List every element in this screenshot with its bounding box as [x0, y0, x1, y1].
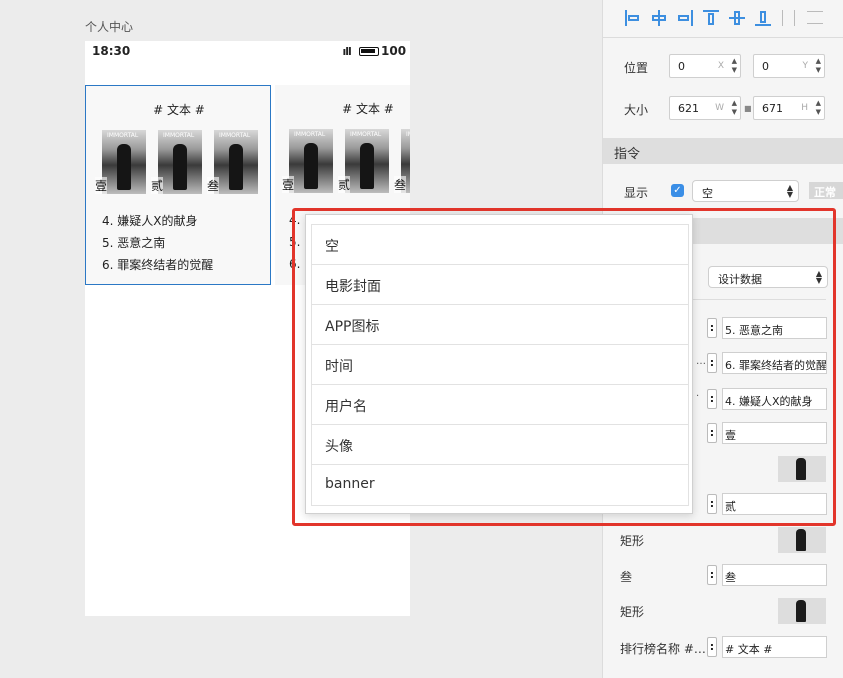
y-field[interactable]: 0 Y ▲ ▼: [753, 54, 825, 78]
poster-rank-label: 贰: [338, 176, 351, 193]
binding-button[interactable]: :: [707, 565, 717, 585]
poster-figure: [304, 143, 318, 189]
poster-rank-label: 叁: [207, 177, 220, 194]
height-value: 671: [762, 102, 783, 115]
poster-header: IMMORTAL: [163, 132, 195, 139]
status-bar: 18:30 ıll 100: [85, 41, 410, 85]
normal-badge[interactable]: 正常: [809, 182, 843, 199]
align-bottom-icon[interactable]: [755, 10, 771, 26]
poster-figure: [229, 144, 243, 190]
x-value: 0: [678, 60, 685, 73]
row-label: 排行榜名称 #…: [620, 642, 706, 656]
align-right-icon[interactable]: [677, 10, 693, 26]
movie-poster[interactable]: IMMORTAL 叁: [394, 129, 410, 193]
poster-figure: [360, 143, 374, 189]
list-item: 6. 罪案终结者的觉醒: [102, 258, 214, 272]
align-center-h-icon[interactable]: [651, 10, 667, 26]
show-dropdown-menu[interactable]: 空 电影封面 APP图标 时间 用户名 头像 banner: [305, 214, 693, 514]
poster-header: IMMORTAL: [406, 131, 410, 138]
battery-icon: [359, 47, 379, 56]
rank-list: 4. 嫌疑人X的献身 5. 恶意之南 6. 罪案终结者的觉醒: [102, 210, 213, 276]
show-checkbox[interactable]: ✓: [671, 184, 684, 197]
height-unit: H: [801, 103, 808, 113]
data-field[interactable]: # 文本 #: [722, 636, 827, 658]
battery-level: 100: [381, 44, 407, 58]
dropdown-option[interactable]: APP图标: [312, 305, 688, 345]
movie-poster[interactable]: IMMORTAL 贰: [338, 129, 389, 193]
lock-icon[interactable]: ■: [744, 104, 752, 113]
align-middle-v-icon[interactable]: [729, 10, 745, 26]
x-field[interactable]: 0 X ▲ ▼: [669, 54, 741, 78]
stepper-icon[interactable]: ▲ ▼: [732, 57, 737, 75]
dropdown-option[interactable]: banner: [312, 465, 688, 505]
distribute-vertical-icon[interactable]: [807, 10, 823, 26]
row-label: 叁: [620, 570, 633, 584]
image-thumbnail[interactable]: [778, 598, 826, 624]
poster-header: IMMORTAL: [350, 131, 382, 138]
ranking-card[interactable]: # 文本 # IMMORTAL 壹 IMMORTAL 贰 IMMORTAL 叁 …: [85, 85, 271, 285]
x-unit: X: [717, 61, 724, 71]
card-title: # 文本 #: [342, 102, 394, 116]
show-select-value: 空: [702, 187, 713, 200]
dropdown-option[interactable]: 空: [312, 225, 688, 265]
show-select[interactable]: 空 ▲ ▼: [692, 180, 799, 202]
y-unit: Y: [802, 61, 809, 71]
width-field[interactable]: 621 W ▲ ▼: [669, 96, 741, 120]
width-unit: W: [715, 103, 724, 113]
poster-header: IMMORTAL: [107, 132, 139, 139]
poster-rank-label: 叁: [394, 176, 407, 193]
rect-label: 矩形: [620, 534, 645, 548]
poster-rank-label: 贰: [151, 177, 164, 194]
y-value: 0: [762, 60, 769, 73]
poster-rank-label: 壹: [282, 176, 295, 193]
size-label: 大小: [624, 103, 649, 117]
stepper-icon[interactable]: ▲ ▼: [816, 57, 821, 75]
poster-header: IMMORTAL: [294, 131, 326, 138]
status-time: 18:30: [92, 44, 131, 58]
movie-poster[interactable]: IMMORTAL 壹: [282, 129, 333, 193]
list-item: 4. 嫌疑人X的献身: [102, 214, 198, 228]
dropdown-list: 空 电影封面 APP图标 时间 用户名 头像 banner: [311, 224, 689, 506]
dropdown-option[interactable]: 时间: [312, 345, 688, 385]
poster-rank-label: 壹: [95, 177, 108, 194]
dropdown-option[interactable]: 头像: [312, 425, 688, 465]
position-label: 位置: [624, 61, 649, 75]
movie-poster[interactable]: IMMORTAL 贰: [151, 130, 202, 194]
image-thumbnail[interactable]: [778, 527, 826, 553]
rect-label: 矩形: [620, 605, 645, 619]
show-label: 显示: [624, 186, 649, 200]
stepper-icon[interactable]: ▲ ▼: [732, 99, 737, 117]
binding-button[interactable]: :: [707, 637, 717, 657]
signal-icon: ıll: [338, 45, 352, 58]
list-item: 5. 恶意之南: [102, 236, 166, 250]
align-left-icon[interactable]: [625, 10, 641, 26]
movie-poster[interactable]: IMMORTAL 壹: [95, 130, 146, 194]
distribute-horizontal-icon[interactable]: [781, 10, 797, 26]
poster-figure: [117, 144, 131, 190]
poster-header: IMMORTAL: [219, 132, 251, 139]
width-value: 621: [678, 102, 699, 115]
data-field[interactable]: 叁: [722, 564, 827, 586]
directive-section-header[interactable]: 指令: [603, 138, 843, 164]
dropdown-option[interactable]: 用户名: [312, 385, 688, 425]
card-title: # 文本 #: [153, 103, 205, 117]
poster-figure: [173, 144, 187, 190]
align-toolbar: [603, 0, 843, 38]
poster-row: IMMORTAL 壹 IMMORTAL 贰 IMMORTAL 叁: [95, 130, 272, 194]
select-arrows-icon: ▲ ▼: [786, 183, 793, 199]
height-field[interactable]: 671 H ▲ ▼: [753, 96, 825, 120]
stepper-icon[interactable]: ▲ ▼: [816, 99, 821, 117]
dropdown-option[interactable]: 电影封面: [312, 265, 688, 305]
align-top-icon[interactable]: [703, 10, 719, 26]
movie-poster[interactable]: IMMORTAL 叁: [207, 130, 258, 194]
artboard-title[interactable]: 个人中心: [85, 18, 133, 35]
poster-row: IMMORTAL 壹 IMMORTAL 贰 IMMORTAL 叁: [282, 129, 410, 193]
